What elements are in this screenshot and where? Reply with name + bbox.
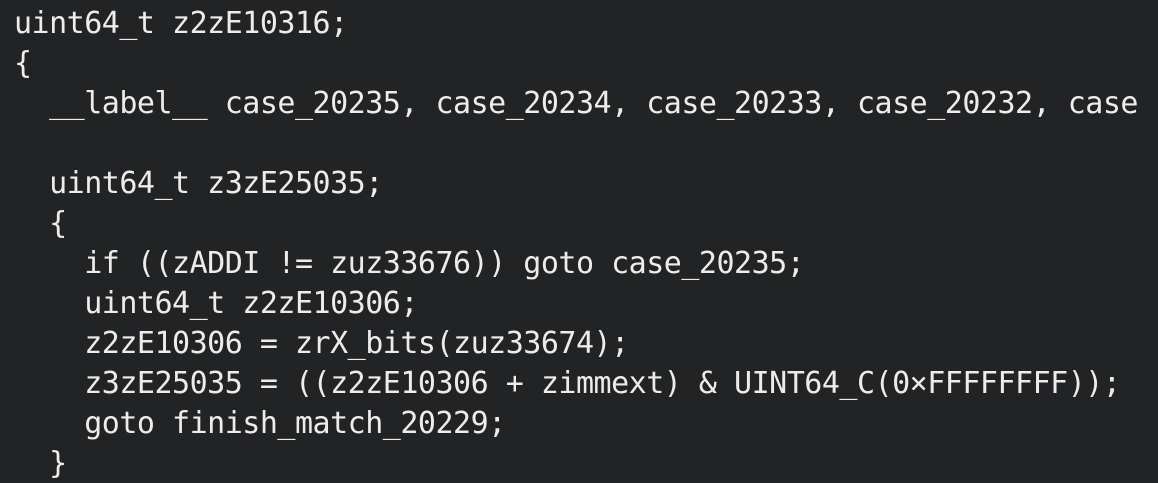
code-line: __label__ case_20235, case_20234, case_2…	[14, 86, 1138, 121]
code-line: {	[14, 206, 67, 241]
code-line: }	[14, 446, 67, 481]
code-line: goto finish_match_20229;	[14, 406, 506, 441]
code-line: uint64_t z3zE25035;	[14, 166, 383, 201]
code-line: z3zE25035 = ((z2zE10306 + zimmext) & UIN…	[14, 366, 1121, 401]
code-line: uint64_t z2zE10316;	[14, 6, 348, 41]
code-line: {	[14, 46, 32, 81]
code-editor[interactable]: uint64_t z2zE10316; { __label__ case_202…	[14, 4, 1158, 483]
code-line: z2zE10306 = zrX_bits(zuz33674);	[14, 326, 629, 361]
code-line: if ((zADDI != zuz33676)) goto case_20235…	[14, 246, 805, 281]
code-line: uint64_t z2zE10306;	[14, 286, 418, 321]
